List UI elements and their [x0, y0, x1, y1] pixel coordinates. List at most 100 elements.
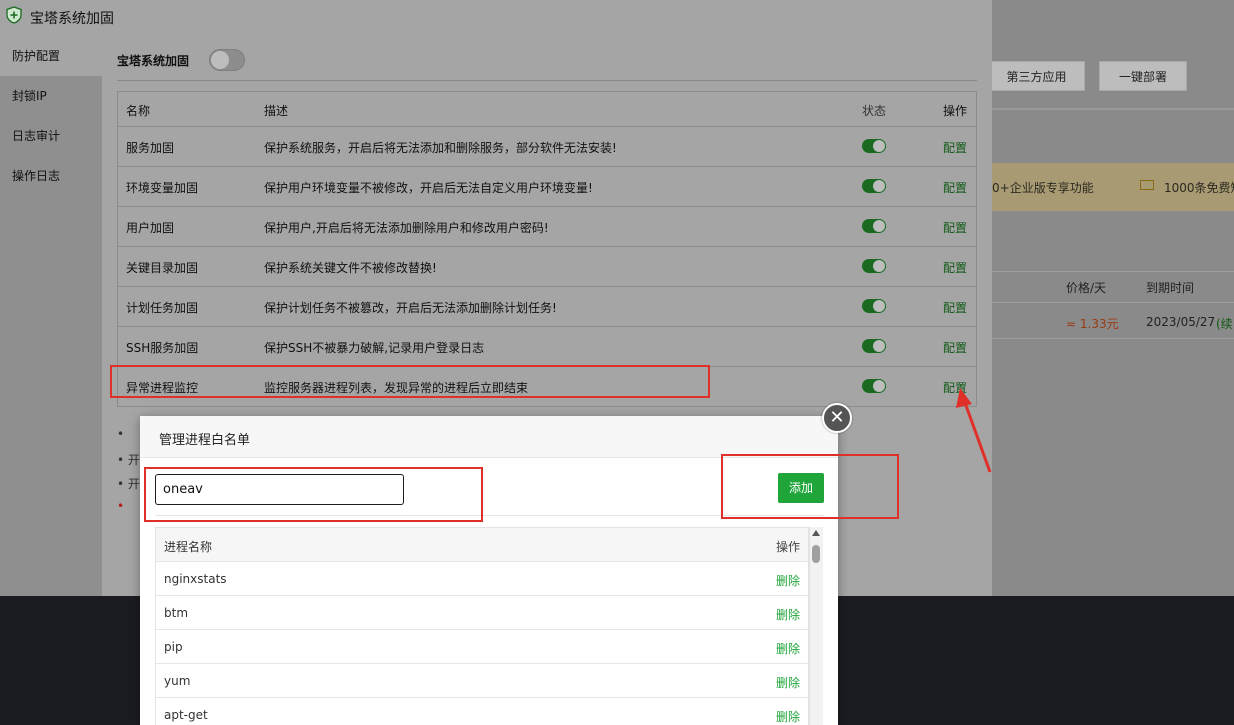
- process-name: btm: [164, 606, 189, 620]
- note-bullet: • 开: [117, 477, 140, 491]
- sidebar-item-operation-log[interactable]: 操作日志: [0, 156, 102, 196]
- sidebar-item-log-audit[interactable]: 日志审计: [0, 116, 102, 156]
- table-row: 环境变量加固 保护用户环境变量不被修改，开启后无法自定义用户环境变量! 配置: [118, 166, 976, 206]
- promo-notice: 0+企业版专享功能 1000条免费短: [992, 163, 1234, 211]
- price-header: 价格/天: [1066, 281, 1107, 295]
- row-desc: 保护系统服务，开启后将无法添加和删除服务，部分软件无法安装!: [264, 141, 617, 155]
- row-name: SSH服务加固: [126, 341, 199, 355]
- process-name: yum: [164, 674, 191, 688]
- table-row: 服务加固 保护系统服务，开启后将无法添加和删除服务，部分软件无法安装! 配置: [118, 126, 976, 166]
- table-row: pip 删除: [156, 629, 808, 663]
- table-row: nginxstats 删除: [156, 561, 808, 595]
- scroll-thumb[interactable]: [812, 545, 820, 563]
- process-name: apt-get: [164, 708, 208, 722]
- row-desc: 保护用户环境变量不被修改，开启后无法自定义用户环境变量!: [264, 181, 593, 195]
- annotation-highlight-add: [721, 454, 899, 519]
- row-state-toggle[interactable]: [862, 137, 886, 156]
- divider: [992, 302, 1234, 303]
- note-bullet: •: [117, 427, 125, 441]
- toggle-on-icon: [862, 259, 886, 273]
- table-header-row: 名称 描述 状态 操作: [118, 92, 976, 126]
- row-name: 关键目录加固: [126, 261, 199, 275]
- table-row: 关键目录加固 保护系统关键文件不被修改替换! 配置: [118, 246, 976, 286]
- row-state-toggle[interactable]: [862, 377, 886, 396]
- note-bullet: • 开: [117, 453, 140, 467]
- row-name: 计划任务加固: [126, 301, 199, 315]
- config-link[interactable]: 配置: [943, 139, 967, 156]
- sidebar-item-protection-config[interactable]: 防护配置: [0, 36, 102, 76]
- row-state-toggle[interactable]: [862, 217, 886, 236]
- toggle-on-icon: [862, 219, 886, 233]
- row-state-toggle[interactable]: [862, 177, 886, 196]
- hardening-table: 名称 描述 状态 操作 服务加固 保护系统服务，开启后将无法添加和删除服务，部分…: [117, 91, 977, 407]
- column-header-state: 状态: [862, 104, 887, 118]
- row-name: 用户加固: [126, 221, 175, 235]
- promo-text-sms: 1000条免费短: [1164, 181, 1234, 195]
- config-link[interactable]: 配置: [943, 299, 967, 316]
- row-desc: 保护系统关键文件不被修改替换!: [264, 261, 437, 275]
- vertical-scrollbar[interactable]: [809, 527, 823, 725]
- row-state-toggle[interactable]: [862, 257, 886, 276]
- third-party-apps-button[interactable]: 第三方应用: [988, 61, 1085, 91]
- panel-title: 宝塔系统加固: [30, 11, 114, 27]
- expiry-header: 到期时间: [1146, 281, 1195, 295]
- table-row: 用户加固 保护用户,开启后将无法添加删除用户和修改用户密码! 配置: [118, 206, 976, 246]
- delete-link[interactable]: 删除: [776, 572, 800, 589]
- table-row: apt-get 删除: [156, 697, 808, 725]
- delete-link[interactable]: 删除: [776, 640, 800, 657]
- sidebar-item-blocked-ip[interactable]: 封锁IP: [0, 76, 102, 116]
- column-header-desc: 描述: [264, 104, 289, 118]
- column-header-process-name: 进程名称: [164, 540, 213, 554]
- delete-link[interactable]: 删除: [776, 674, 800, 691]
- sidebar: 防护配置 封锁IP 日志审计 操作日志: [0, 36, 102, 596]
- table-row: 计划任务加固 保护计划任务不被篡改，开启后无法添加删除计划任务! 配置: [118, 286, 976, 326]
- row-state-toggle[interactable]: [862, 337, 886, 356]
- table-header-row: 进程名称 操作: [156, 528, 808, 561]
- dialog-close-button[interactable]: ✕: [822, 403, 852, 433]
- row-desc: 保护SSH不被暴力破解,记录用户登录日志: [264, 341, 485, 355]
- dialog-title: 管理进程白名单: [159, 433, 251, 448]
- process-name: nginxstats: [164, 572, 227, 586]
- config-link[interactable]: 配置: [943, 259, 967, 276]
- master-toggle-label: 宝塔系统加固: [117, 54, 190, 68]
- column-header-op: 操作: [943, 104, 968, 118]
- scroll-up-icon[interactable]: [812, 530, 820, 536]
- shield-icon: [6, 6, 22, 24]
- panel-header: 宝塔系统加固: [0, 0, 992, 36]
- price-value: ≈ 1.33元: [1066, 317, 1119, 331]
- process-name: pip: [164, 640, 183, 654]
- expiry-value: 2023/05/27: [1146, 315, 1216, 329]
- divider: [992, 271, 1234, 272]
- config-link[interactable]: 配置: [943, 339, 967, 356]
- toggle-on-icon: [862, 179, 886, 193]
- master-hardening-toggle[interactable]: [209, 49, 245, 71]
- dialog-header: 管理进程白名单: [140, 416, 838, 458]
- note-bullet: •: [117, 499, 125, 513]
- column-header-op: 操作: [775, 540, 800, 554]
- annotation-highlight-row: [110, 365, 710, 398]
- table-row: yum 删除: [156, 663, 808, 697]
- one-click-deploy-button[interactable]: 一键部署: [1099, 61, 1187, 91]
- toggle-on-icon: [862, 299, 886, 313]
- process-whitelist-table: 进程名称 操作 nginxstats 删除 btm 删除 pip 删除 yum …: [155, 527, 809, 725]
- annotation-arrow-icon: [956, 388, 992, 473]
- config-link[interactable]: 配置: [943, 179, 967, 196]
- renew-link[interactable]: (续: [1216, 315, 1233, 332]
- mail-icon: [1140, 180, 1154, 190]
- delete-link[interactable]: 删除: [776, 708, 800, 725]
- delete-link[interactable]: 删除: [776, 606, 800, 623]
- annotation-highlight-input: [144, 467, 483, 522]
- row-desc: 保护用户,开启后将无法添加删除用户和修改用户密码!: [264, 221, 549, 235]
- promo-text-enterprise: 0+企业版专享功能: [992, 181, 1094, 195]
- row-desc: 保护计划任务不被篡改，开启后无法添加删除计划任务!: [264, 301, 557, 315]
- toggle-on-icon: [862, 139, 886, 153]
- toggle-on-icon: [862, 379, 886, 393]
- divider: [992, 108, 1234, 110]
- row-state-toggle[interactable]: [862, 297, 886, 316]
- table-row: btm 删除: [156, 595, 808, 629]
- row-name: 服务加固: [126, 141, 175, 155]
- column-header-name: 名称: [126, 104, 151, 118]
- toggle-on-icon: [862, 339, 886, 353]
- config-link[interactable]: 配置: [943, 219, 967, 236]
- row-name: 环境变量加固: [126, 181, 199, 195]
